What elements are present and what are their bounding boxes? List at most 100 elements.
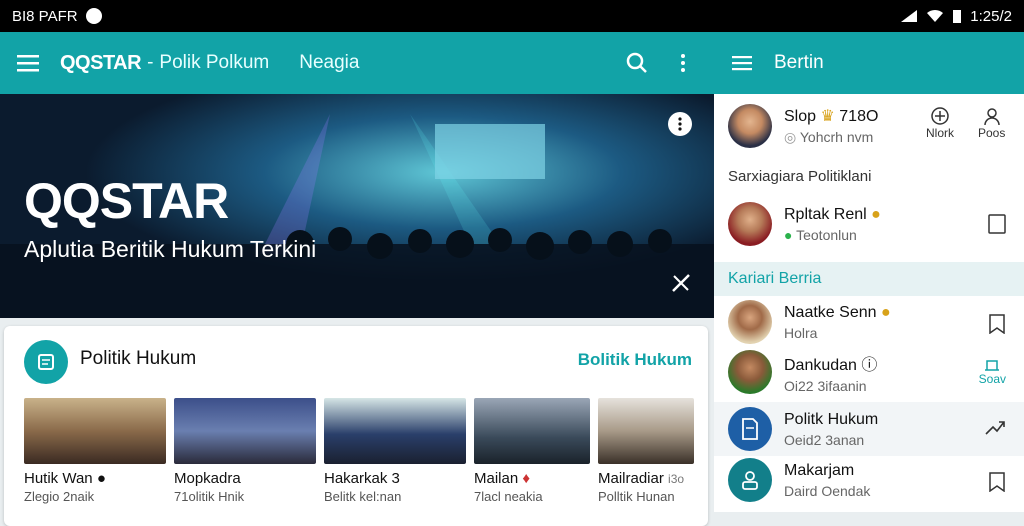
list-item[interactable]: Mopkadra 71olitik Hnik [174,398,316,504]
item-sub: Oeid2 3anan [784,431,865,448]
panel-title: Bertin [774,52,824,73]
bookmark-icon [989,472,1005,492]
profile-extra: 718O [839,108,879,125]
panel-app-bar: Bertin [714,32,1024,94]
profile-row[interactable]: Slop ♛ 718O ◎ Yohcrh nvm Nlork Poos [714,104,1024,148]
list-item[interactable]: Hutik Wan ● Zlegio 2naik [24,398,166,504]
more-vert-icon [678,117,682,131]
item-name: Rpltak Renl [784,205,867,223]
item-sub: Daird Oendak [784,482,871,499]
person-button[interactable]: Poos [978,106,1005,140]
search-button[interactable] [614,40,660,86]
item-title: Mailan [474,470,519,487]
panel-menu-button[interactable] [718,39,766,87]
hero-tagline: Aplutia Beritik Hukum Terkini [24,236,317,262]
title-separator: - [147,52,154,73]
list-item[interactable]: Makarjam Daird Oendak [714,458,1024,502]
avatar [728,300,772,344]
person-icon [983,108,1000,126]
trend-button[interactable] [984,418,1006,436]
hero-heading: QQSTAR [24,173,229,229]
item-sub: Teotonlun [796,226,857,243]
item-subtitle: 71olitik Hnik [174,489,245,504]
avatar [728,202,772,246]
save-icon [985,360,1000,371]
card-title: Politik Hukum [80,348,197,369]
section-header: Kariari Berria [714,262,1024,296]
wifi-icon [927,9,944,22]
hero-more-button[interactable] [668,112,692,136]
thumbnail-image [474,398,590,464]
card-see-all-link[interactable]: Bolitik Hukum [578,350,692,370]
item-sub: Oi22 3ifaanin [784,377,867,394]
item-title: Hutik Wan [24,470,93,487]
item-name: Dankudan [784,356,857,374]
overflow-menu-button[interactable] [660,40,706,86]
thumbnail-image [598,398,694,464]
list-item[interactable]: Naatke Senn ● Holra [714,300,1024,344]
card-badge [24,340,68,384]
avatar [728,458,772,502]
politik-hukum-card: Politik Hukum Bolitik Hukum Hutik Wan ● … [4,326,708,526]
work-button[interactable]: Nlork [926,106,954,140]
app-title: QQSTAR [60,51,142,74]
bookmark-button[interactable] [988,314,1006,334]
trending-icon [985,421,1005,435]
status-left-text: BI8 PAFR [12,7,78,25]
battery-icon [953,10,962,23]
list-item[interactable]: Rpltak Renl ● ● Teotonlun [714,202,1024,246]
hero-banner[interactable]: QQSTAR Aplutia Beritik Hukum Terkini [0,94,714,318]
menu-button[interactable] [4,39,52,87]
item-name: Naatke Senn [784,303,877,321]
work-label: Nlork [926,126,955,140]
status-bar: BI8 PAFR 1:25/2 [0,0,1024,32]
crown-icon: ♛ [820,108,835,125]
online-icon: ● [784,226,793,243]
person-label: Poos [978,126,1006,140]
search-icon [626,52,647,73]
thumbnail-image [174,398,316,464]
person-icon [742,471,758,490]
item-subtitle: Polltik Hunan [598,489,675,504]
item-subtitle: 7lacl neakia [474,489,543,504]
emoji-icon: ● [96,470,106,487]
document-icon [38,354,54,370]
tools-button[interactable] [670,272,692,300]
tab-media[interactable]: Neagia [299,52,359,74]
list-item[interactable]: Dankudan ⓘ Oi22 3ifaanin Soav [714,350,1024,394]
signal-icon [901,10,918,22]
app-subtitle: Polik Polkum [159,52,270,73]
document-icon [742,418,758,440]
app-bar: QQSTAR - Polik Polkum Neagia [0,32,714,94]
status-time: 1:25/2 [970,7,1012,25]
item-name: Makarjam [784,461,855,479]
side-panel: Bertin Slop ♛ 718O ◎ Yohcrh nvm Nlork Po… [714,32,1024,512]
item-title: Mopkadra [174,470,241,487]
wrench-icon [672,274,690,292]
item-checkbox[interactable] [988,214,1006,234]
emoji-icon: ♦ [522,470,531,487]
emoji-icon: ● [880,303,891,321]
checkbox-icon [988,214,1006,234]
avatar [728,104,772,148]
item-sub: Holra [784,324,818,341]
thumbnail-image [324,398,466,464]
list-item[interactable]: Politk Hukum Oeid2 3anan [714,402,1024,456]
list-item[interactable]: Mailan ♦ 7lacl neakia [474,398,590,504]
item-name: Politk Hukum [784,410,879,428]
item-title: Mailradiar [598,470,664,487]
save-label: Soav [978,372,1006,386]
list-item[interactable]: Hakarkak 3 Belitk kel:nan [324,398,466,504]
status-dot-icon: ◎ [784,129,797,145]
item-extra: i3o [668,472,685,486]
list-item[interactable]: Mailradiar i3o Polltik Hunan [598,398,694,504]
menu-icon [17,55,39,72]
bookmark-icon [989,314,1005,334]
emoji-icon: ● [871,205,881,223]
item-subtitle: Zlegio 2naik [24,489,95,504]
section-header: Sarxiagiara Politiklani [728,168,872,185]
avatar [728,350,772,394]
save-button[interactable]: Soav [979,358,1006,386]
bookmark-button[interactable] [988,472,1006,492]
profile-sub: Yohcrh nvm [799,129,874,145]
